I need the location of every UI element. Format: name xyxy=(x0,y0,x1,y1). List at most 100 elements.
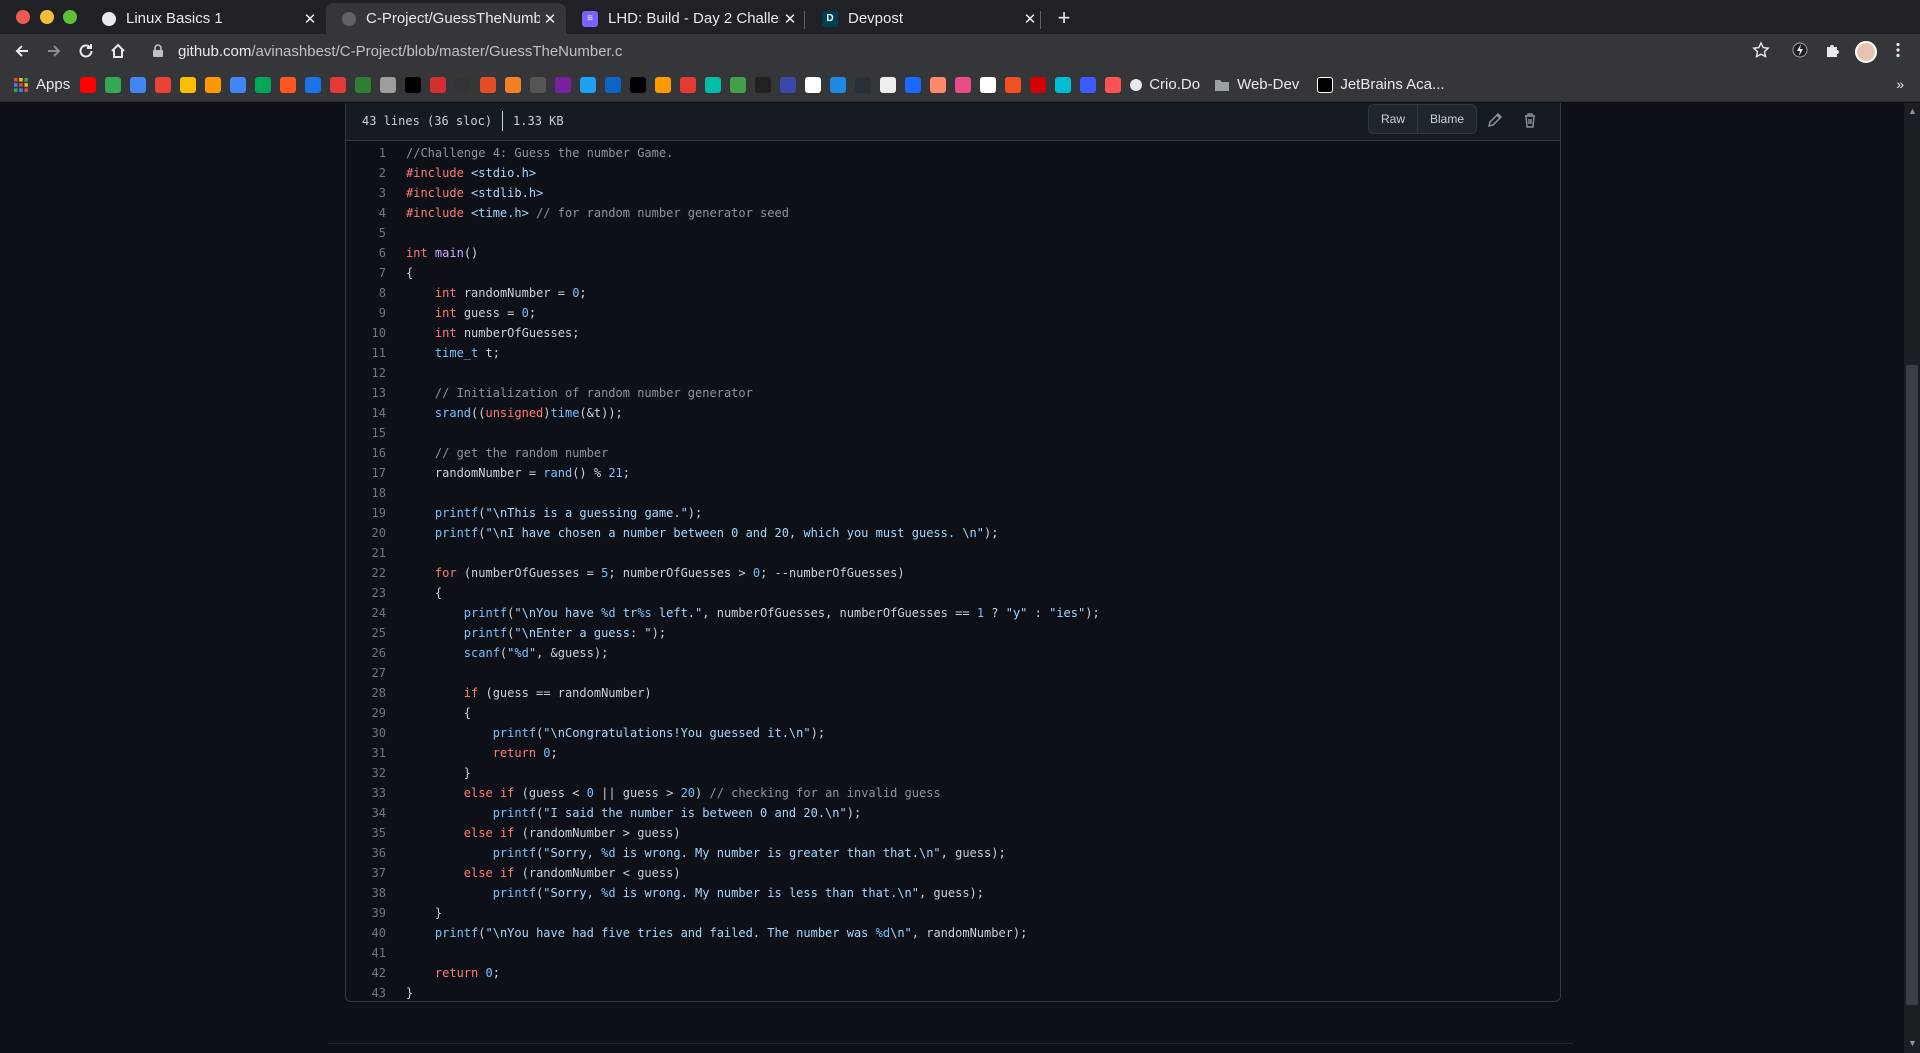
address-bar[interactable]: github.com/avinashbest/C-Project/blob/ma… xyxy=(140,37,1770,65)
bookmark-favicon-icon[interactable] xyxy=(180,76,197,93)
tab-github[interactable]: C-Project/GuessTheNumb ✕ xyxy=(326,3,566,34)
profile-avatar[interactable] xyxy=(1855,41,1877,63)
line-number[interactable]: 32 xyxy=(346,763,386,783)
line-number[interactable]: 31 xyxy=(346,743,386,763)
line-number[interactable]: 17 xyxy=(346,463,386,483)
bookmark-favicon-icon[interactable] xyxy=(505,76,522,93)
bookmark-favicon-icon[interactable] xyxy=(630,76,647,93)
new-tab-button[interactable]: + xyxy=(1050,5,1078,31)
line-number[interactable]: 43 xyxy=(346,983,386,1003)
tab-linux-basics[interactable]: Linux Basics 1 ✕ xyxy=(86,3,326,34)
line-number[interactable]: 21 xyxy=(346,543,386,563)
home-button[interactable] xyxy=(105,39,131,63)
maximize-window-button[interactable] xyxy=(63,10,77,24)
line-number[interactable]: 34 xyxy=(346,803,386,823)
bookmark-favicon-icon[interactable] xyxy=(330,76,347,93)
bookmark-favicon-icon[interactable] xyxy=(555,76,572,93)
line-number[interactable]: 33 xyxy=(346,783,386,803)
line-number[interactable]: 20 xyxy=(346,523,386,543)
bookmark-favicon-icon[interactable] xyxy=(705,76,722,93)
line-number[interactable]: 10 xyxy=(346,323,386,343)
bookmark-favicon-icon[interactable] xyxy=(205,76,222,93)
bookmark-favicon-icon[interactable] xyxy=(1030,76,1047,93)
bookmark-favicon-icon[interactable] xyxy=(430,76,447,93)
bookmark-jetbrains[interactable]: JetBrains Aca... xyxy=(1317,76,1445,93)
bookmark-favicon-icon[interactable] xyxy=(580,76,597,93)
close-icon[interactable]: ✕ xyxy=(540,10,560,28)
bookmark-favicon-icon[interactable] xyxy=(530,76,547,93)
bookmark-favicon-icon[interactable] xyxy=(80,76,97,93)
line-number[interactable]: 14 xyxy=(346,403,386,423)
line-number[interactable]: 35 xyxy=(346,823,386,843)
trash-icon[interactable] xyxy=(1521,111,1539,129)
tab-lhd[interactable]: ≡ LHD: Build - Day 2 Challen ✕ xyxy=(566,3,806,34)
scroll-down-arrow[interactable]: ▼ xyxy=(1908,1038,1917,1048)
minimize-window-button[interactable] xyxy=(40,10,54,24)
menu-button[interactable] xyxy=(1888,41,1908,61)
line-number[interactable]: 24 xyxy=(346,603,386,623)
blame-button[interactable]: Blame xyxy=(1417,105,1476,133)
bookmark-crio[interactable]: Crio.Do xyxy=(1130,76,1200,93)
line-number[interactable]: 4 xyxy=(346,203,386,223)
back-button[interactable] xyxy=(9,39,35,63)
close-icon[interactable]: ✕ xyxy=(300,10,320,28)
bookmark-favicon-icon[interactable] xyxy=(780,76,797,93)
line-number[interactable]: 42 xyxy=(346,963,386,983)
line-number[interactable]: 5 xyxy=(346,223,386,243)
bookmark-favicon-icon[interactable] xyxy=(905,76,922,93)
bookmark-favicon-icon[interactable] xyxy=(480,76,497,93)
scrollbar-thumb[interactable] xyxy=(1906,365,1918,1005)
bookmark-favicon-icon[interactable] xyxy=(105,76,122,93)
bookmark-favicon-icon[interactable] xyxy=(855,76,872,93)
line-number[interactable]: 36 xyxy=(346,843,386,863)
close-icon[interactable]: ✕ xyxy=(780,10,800,28)
line-number[interactable]: 30 xyxy=(346,723,386,743)
bookmarks-overflow-button[interactable]: » xyxy=(1896,76,1904,92)
line-number[interactable]: 1 xyxy=(346,143,386,163)
bookmark-favicon-icon[interactable] xyxy=(130,76,147,93)
bookmark-favicon-icon[interactable] xyxy=(1005,76,1022,93)
extensions-button[interactable] xyxy=(1823,41,1843,61)
bookmark-apps[interactable]: Apps xyxy=(13,76,70,93)
line-number[interactable]: 27 xyxy=(346,663,386,683)
bookmark-favicon-icon[interactable] xyxy=(155,76,172,93)
tab-devpost[interactable]: D Devpost ✕ xyxy=(806,3,1046,34)
line-number[interactable]: 25 xyxy=(346,623,386,643)
bookmark-favicon-icon[interactable] xyxy=(280,76,297,93)
reload-button[interactable] xyxy=(73,39,99,63)
bookmark-favicon-icon[interactable] xyxy=(255,76,272,93)
bookmark-favicon-icon[interactable] xyxy=(655,76,672,93)
scroll-up-arrow[interactable]: ▲ xyxy=(1908,106,1917,116)
bookmark-favicon-icon[interactable] xyxy=(380,76,397,93)
bookmark-favicon-icon[interactable] xyxy=(955,76,972,93)
line-number[interactable]: 37 xyxy=(346,863,386,883)
bookmark-star-button[interactable] xyxy=(1751,41,1771,61)
bookmark-webdev-folder[interactable]: Web-Dev xyxy=(1214,76,1299,93)
bookmark-favicon-icon[interactable] xyxy=(730,76,747,93)
bookmark-favicon-icon[interactable] xyxy=(405,76,422,93)
close-icon[interactable]: ✕ xyxy=(1020,10,1040,28)
bookmark-favicon-icon[interactable] xyxy=(1105,76,1122,93)
bookmark-favicon-icon[interactable] xyxy=(605,76,622,93)
line-number[interactable]: 11 xyxy=(346,343,386,363)
line-number[interactable]: 12 xyxy=(346,363,386,383)
bookmark-favicon-icon[interactable] xyxy=(930,76,947,93)
raw-button[interactable]: Raw xyxy=(1369,105,1417,133)
line-number[interactable]: 38 xyxy=(346,883,386,903)
close-window-button[interactable] xyxy=(16,10,30,24)
pencil-icon[interactable] xyxy=(1486,111,1504,129)
line-number[interactable]: 8 xyxy=(346,283,386,303)
line-number[interactable]: 9 xyxy=(346,303,386,323)
bookmark-favicon-icon[interactable] xyxy=(455,76,472,93)
line-number[interactable]: 23 xyxy=(346,583,386,603)
line-number[interactable]: 3 xyxy=(346,183,386,203)
line-number[interactable]: 40 xyxy=(346,923,386,943)
line-number[interactable]: 6 xyxy=(346,243,386,263)
bookmark-favicon-icon[interactable] xyxy=(830,76,847,93)
line-number[interactable]: 39 xyxy=(346,903,386,923)
bookmark-favicon-icon[interactable] xyxy=(305,76,322,93)
line-number[interactable]: 29 xyxy=(346,703,386,723)
line-number[interactable]: 41 xyxy=(346,943,386,963)
extension-button[interactable] xyxy=(1790,41,1810,61)
line-number[interactable]: 2 xyxy=(346,163,386,183)
